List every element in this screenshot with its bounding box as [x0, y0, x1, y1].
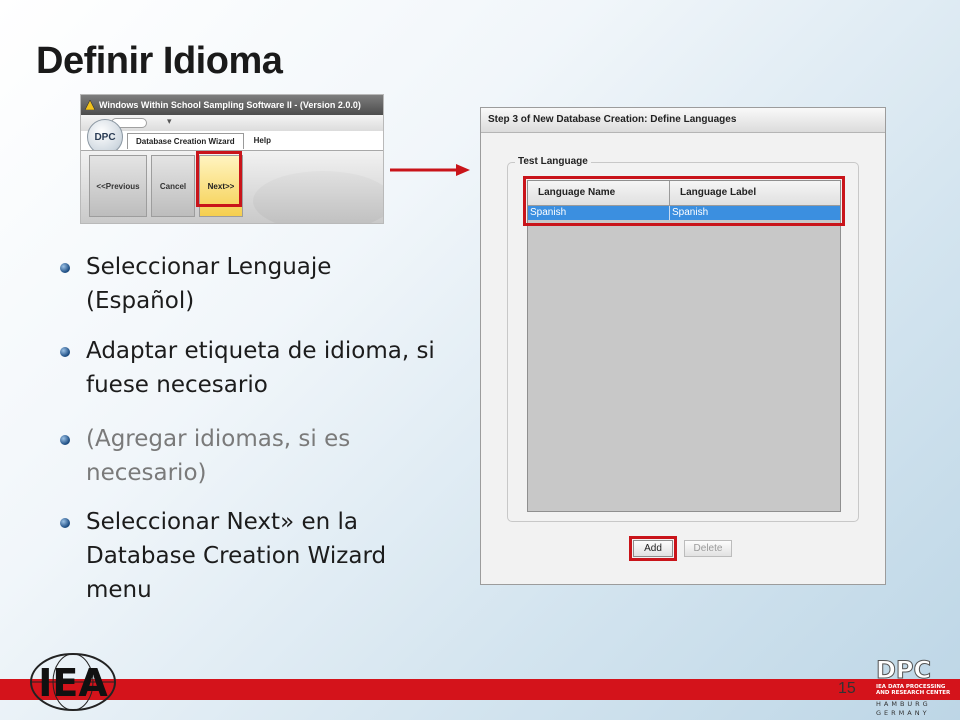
dpc-logo: DPC IEA DATA PROCESSING AND RESEARCH CEN…	[876, 656, 952, 717]
ribbon-tabs: Database Creation Wizard Help	[127, 133, 279, 149]
ribbon-decoration	[253, 171, 383, 223]
iea-logo: IEA	[30, 653, 116, 711]
add-button-highlight	[629, 536, 677, 561]
bullet-text: Adaptar etiqueta de idioma, si fuese nec…	[86, 338, 435, 398]
bullet-item: Seleccionar Lenguaje (Español)	[60, 250, 440, 318]
wizard-window-title: Windows Within School Sampling Software …	[99, 100, 361, 110]
iea-logo-text: IEA	[38, 661, 108, 705]
tab-help[interactable]: Help	[246, 133, 279, 149]
group-label: Test Language	[515, 156, 591, 167]
cancel-button[interactable]: Cancel	[151, 155, 195, 217]
dpc-logo-text: DPC	[876, 656, 931, 684]
delete-button[interactable]: Delete	[684, 540, 732, 557]
bullet-text: Seleccionar Next» en la Database Creatio…	[86, 509, 387, 603]
bullet-icon	[60, 518, 70, 528]
dpc-logo-city-1: HAMBURG	[876, 700, 931, 708]
slide-title: Definir Idioma	[36, 40, 283, 82]
ribbon-panel: <<Previous Cancel Next>>	[81, 150, 383, 223]
next-button-highlight	[196, 151, 242, 207]
bullet-icon	[60, 347, 70, 357]
previous-button[interactable]: <<Previous	[89, 155, 147, 217]
wizard-screenshot: Windows Within School Sampling Software …	[80, 94, 384, 224]
bullet-item: (Agregar idiomas, si es necesario)	[60, 422, 440, 490]
quick-access-toolbar: ▾	[81, 115, 383, 131]
arrow-right-icon	[390, 164, 470, 176]
footer-bar	[0, 679, 960, 700]
grid-highlight	[523, 176, 845, 226]
warning-icon	[85, 100, 95, 110]
dpc-logo-city-2: GERMANY	[876, 709, 930, 717]
page-number: 15	[838, 680, 856, 697]
define-languages-dialog: Step 3 of New Database Creation: Define …	[480, 107, 886, 585]
bullet-icon	[60, 263, 70, 273]
tab-database-creation-wizard[interactable]: Database Creation Wizard	[127, 133, 244, 149]
dpc-logo-sub-2: AND RESEARCH CENTER	[876, 690, 951, 696]
bullet-item: Adaptar etiqueta de idioma, si fuese nec…	[60, 334, 440, 402]
language-grid[interactable]: Language Name Language Label Spanish Spa…	[527, 180, 841, 512]
dialog-title: Step 3 of New Database Creation: Define …	[481, 108, 885, 133]
bullet-text: (Agregar idiomas, si es necesario)	[86, 426, 351, 486]
bullet-text: Seleccionar Lenguaje (Español)	[86, 254, 332, 314]
bullet-icon	[60, 435, 70, 445]
chevron-down-icon[interactable]: ▾	[167, 116, 172, 127]
bullet-item: Seleccionar Next» en la Database Creatio…	[60, 505, 440, 607]
wizard-titlebar: Windows Within School Sampling Software …	[81, 95, 383, 115]
